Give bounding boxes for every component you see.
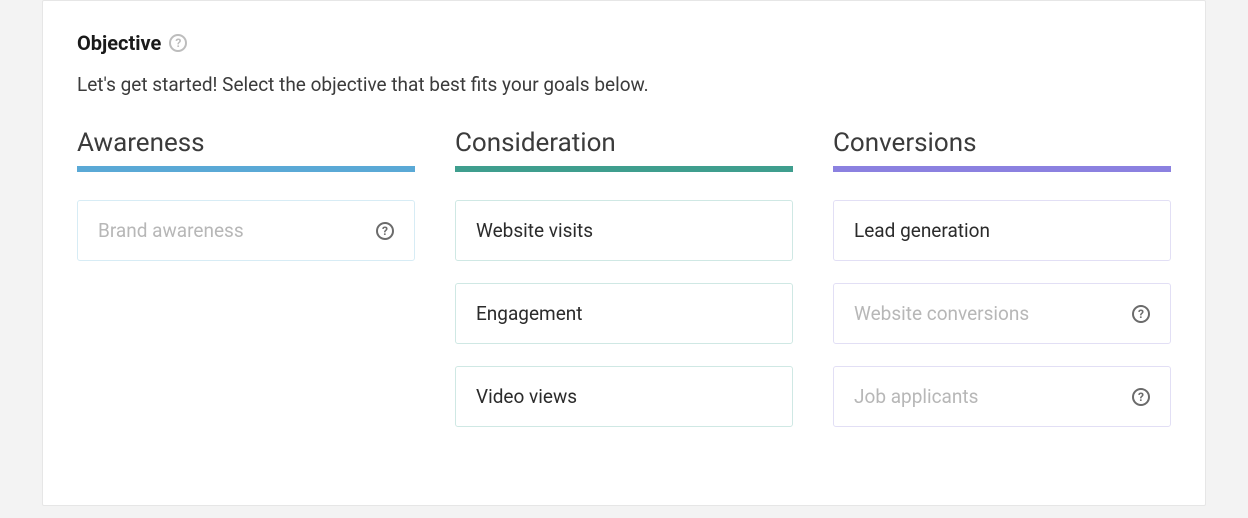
option-brand-awareness[interactable]: Brand awareness ?	[77, 200, 415, 261]
objective-card: Objective ? Let's get started! Select th…	[42, 0, 1206, 506]
option-video-views[interactable]: Video views	[455, 366, 793, 427]
option-label: Website conversions	[854, 302, 1029, 325]
column-title-awareness: Awareness	[77, 128, 415, 158]
option-label: Engagement	[476, 302, 583, 325]
column-title-consideration: Consideration	[455, 128, 793, 158]
help-icon[interactable]: ?	[1132, 388, 1150, 406]
column-title-conversions: Conversions	[833, 128, 1171, 158]
page-title: Objective	[77, 31, 161, 55]
option-label: Job applicants	[854, 385, 978, 408]
option-engagement[interactable]: Engagement	[455, 283, 793, 344]
option-website-conversions[interactable]: Website conversions ?	[833, 283, 1171, 344]
column-awareness: Awareness Brand awareness ?	[77, 128, 415, 449]
objective-columns: Awareness Brand awareness ? Consideratio…	[77, 128, 1171, 449]
option-website-visits[interactable]: Website visits	[455, 200, 793, 261]
column-bar-awareness	[77, 166, 415, 172]
column-bar-conversions	[833, 166, 1171, 172]
option-label: Website visits	[476, 219, 593, 242]
option-lead-generation[interactable]: Lead generation	[833, 200, 1171, 261]
option-job-applicants[interactable]: Job applicants ?	[833, 366, 1171, 427]
help-icon[interactable]: ?	[169, 34, 187, 52]
option-label: Video views	[476, 385, 577, 408]
option-label: Brand awareness	[98, 219, 244, 242]
help-icon[interactable]: ?	[376, 222, 394, 240]
column-conversions: Conversions Lead generation Website conv…	[833, 128, 1171, 449]
header-row: Objective ?	[77, 31, 1171, 55]
option-label: Lead generation	[854, 219, 990, 242]
column-bar-consideration	[455, 166, 793, 172]
page-subtitle: Let's get started! Select the objective …	[77, 73, 1171, 96]
column-consideration: Consideration Website visits Engagement …	[455, 128, 793, 449]
help-icon[interactable]: ?	[1132, 305, 1150, 323]
